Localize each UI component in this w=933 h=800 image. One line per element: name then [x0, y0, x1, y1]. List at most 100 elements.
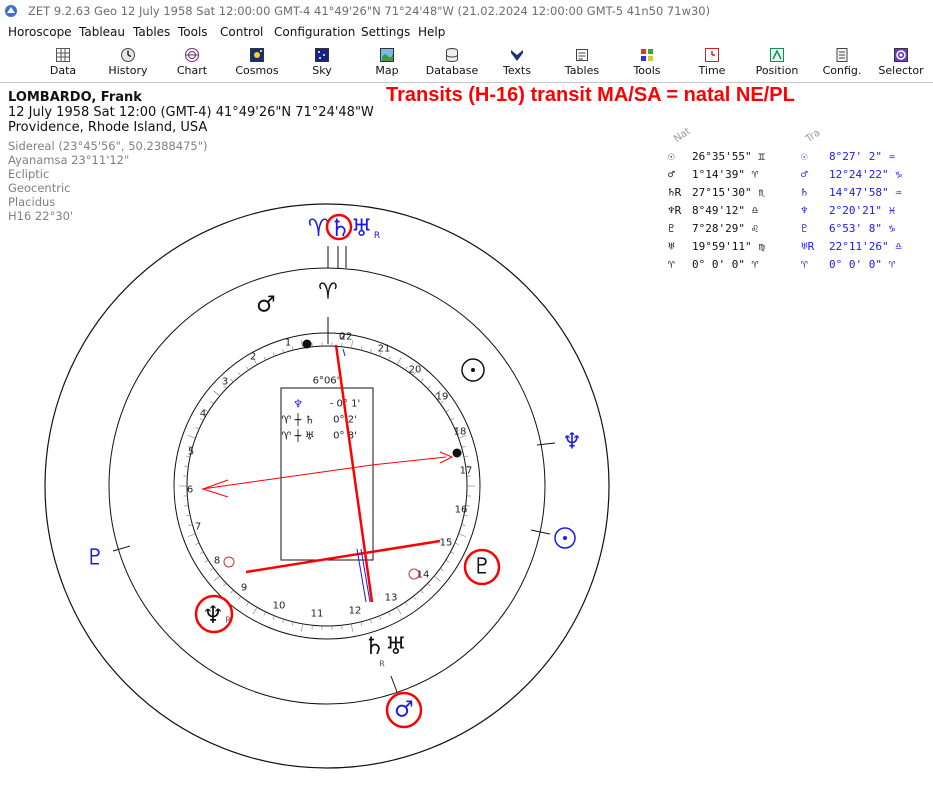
- table-row: ♇ 7°28'29" ♌ ♇ 6°53' 8" ♑: [666, 222, 926, 238]
- house-number: 17: [460, 466, 473, 477]
- dial-tick: [213, 575, 220, 582]
- birth-place: Providence, Rhode Island, USA: [8, 120, 208, 135]
- dial-tick: [246, 601, 249, 606]
- dial-tick: [369, 619, 372, 624]
- natal-position: 8°49'12" ♎: [692, 204, 759, 217]
- aspect-line-thin: [371, 456, 447, 466]
- dial-tick: [396, 607, 402, 615]
- natal-saturn-retro: R: [379, 660, 385, 669]
- dial-tick: [450, 551, 455, 554]
- house-number: 7: [195, 522, 201, 533]
- dial-tick: [195, 427, 200, 430]
- dial-tick: [454, 542, 459, 545]
- transit-mars-glyph: ♂: [394, 698, 414, 723]
- setting-harmonic: H16 22°30': [8, 209, 74, 223]
- dial-tick: [223, 583, 227, 587]
- transit-pluto-glyph: ♇: [85, 546, 105, 571]
- aspect-box-glyph: ♈ ┼ ♅: [281, 429, 314, 443]
- aspect-box-glyph: ♈ ┼ ♄: [281, 413, 314, 427]
- dial-tick: [458, 533, 467, 537]
- house-number: 15: [440, 538, 453, 549]
- natal-saturn-uranus-glyphs: ♄♅: [363, 632, 406, 660]
- transit-neptune-glyph: ♆: [562, 430, 582, 455]
- dial-tick: [238, 596, 242, 600]
- house-number: 8: [214, 556, 220, 567]
- dial-tick: [230, 378, 234, 383]
- transit-position: 12°24'22" ♑: [829, 168, 902, 181]
- natal-pluto-glyph: ♇: [472, 555, 492, 580]
- dial-tick: [369, 348, 372, 353]
- transit-glyph: ☉: [801, 150, 808, 163]
- setting-ayanamsa: Ayanamsa 23°11'12": [8, 153, 130, 167]
- dial-tick: [272, 352, 275, 357]
- dial-marker: [223, 556, 235, 568]
- house-number: 22: [340, 332, 353, 343]
- chart-info: LOMBARDO, Frank 12 July 1958 Sat 12:00 (…: [8, 90, 374, 223]
- transit-glyph: ♄: [801, 186, 808, 199]
- dial-tick: [351, 623, 353, 632]
- dial-dot: [302, 339, 312, 349]
- table-row: ♂ 1°14'39" ♈ ♂ 12°24'22" ♑: [666, 168, 926, 184]
- table-row: ♆R 8°49'12" ♎ ♆ 2°20'21" ♓: [666, 204, 926, 220]
- natal-glyph: ☉: [668, 150, 675, 163]
- house-number: 19: [436, 392, 449, 403]
- natal-glyph: ♇: [668, 222, 675, 235]
- natal-mars-glyph: ♂: [256, 293, 276, 318]
- transit-pluto-tick: [112, 545, 131, 552]
- transit-headline: Transits (H-16) transit MA/SA = natal NE…: [386, 84, 795, 106]
- dial-tick: [463, 455, 468, 458]
- natal-glyph: ♅: [668, 240, 675, 253]
- dial-tick: [238, 372, 242, 376]
- aries-marker: ♈: [318, 280, 338, 305]
- transit-glyph: ♆: [801, 204, 808, 217]
- natal-neptune-glyph: ♆: [202, 601, 224, 629]
- dial-tick: [360, 621, 363, 626]
- natal-position: 26°35'55" ♊: [692, 150, 765, 163]
- dial-tick: [412, 596, 416, 600]
- dial-dot: [452, 448, 462, 458]
- house-number: 20: [409, 365, 422, 376]
- aspect-line-blue-small: [342, 348, 346, 357]
- dial-tick: [187, 533, 196, 537]
- dial-tick: [420, 589, 424, 594]
- dial-tick: [186, 514, 191, 517]
- dial-tick: [291, 621, 294, 626]
- dial-tick: [210, 568, 214, 571]
- setting-centric: Geocentric: [8, 181, 71, 195]
- birth-datetime: 12 July 1958 Sat 12:00 (GMT-4) 41°49'26"…: [8, 105, 374, 120]
- house-number: 2: [250, 352, 256, 363]
- dial-tick: [282, 619, 285, 624]
- transit-position: 6°53' 8" ♑: [829, 222, 896, 235]
- dial-tick: [360, 346, 363, 351]
- dial-tick: [450, 418, 455, 421]
- dial-tick: [301, 623, 303, 632]
- table-row: ☉ 26°35'55" ♊ ☉ 8°27' 2" ♒: [666, 150, 926, 166]
- transit-position: 2°20'21" ♓: [829, 204, 896, 217]
- house-number: 21: [378, 344, 391, 355]
- dial-tick: [184, 505, 189, 507]
- transit-mars-tick: [390, 675, 398, 693]
- table-row: ♈ 0° 0' 0" ♈ ♈ 0° 0' 0" ♈: [666, 258, 926, 274]
- transit-position: 8°27' 2" ♒: [829, 150, 896, 163]
- dial-tick: [461, 524, 466, 526]
- dial-tick: [187, 435, 196, 439]
- dial-tick: [405, 601, 408, 606]
- natal-position: 19°59'11" ♍: [692, 240, 765, 253]
- table-row: ♄R 27°15'30" ♏ ♄ 14°47'58" ♒: [666, 186, 926, 202]
- natal-position: 0° 0' 0" ♈: [692, 258, 759, 271]
- aspect-box-glyph: ♆: [293, 398, 303, 411]
- dial-tick: [396, 357, 402, 365]
- dial-tick: [388, 611, 391, 616]
- natal-position: 7°28'29" ♌: [692, 222, 759, 235]
- dial-tick: [427, 385, 431, 389]
- dial-tick: [188, 524, 193, 526]
- dial-tick: [388, 356, 391, 361]
- house-number: 11: [311, 609, 324, 620]
- house-number: 16: [455, 505, 468, 516]
- dial-tick: [246, 366, 249, 371]
- transit-glyph: ♇: [801, 222, 808, 235]
- dial-tick: [445, 409, 450, 413]
- house-number: 9: [241, 583, 247, 594]
- dial-tick: [379, 615, 382, 620]
- house-number: 1: [285, 338, 291, 349]
